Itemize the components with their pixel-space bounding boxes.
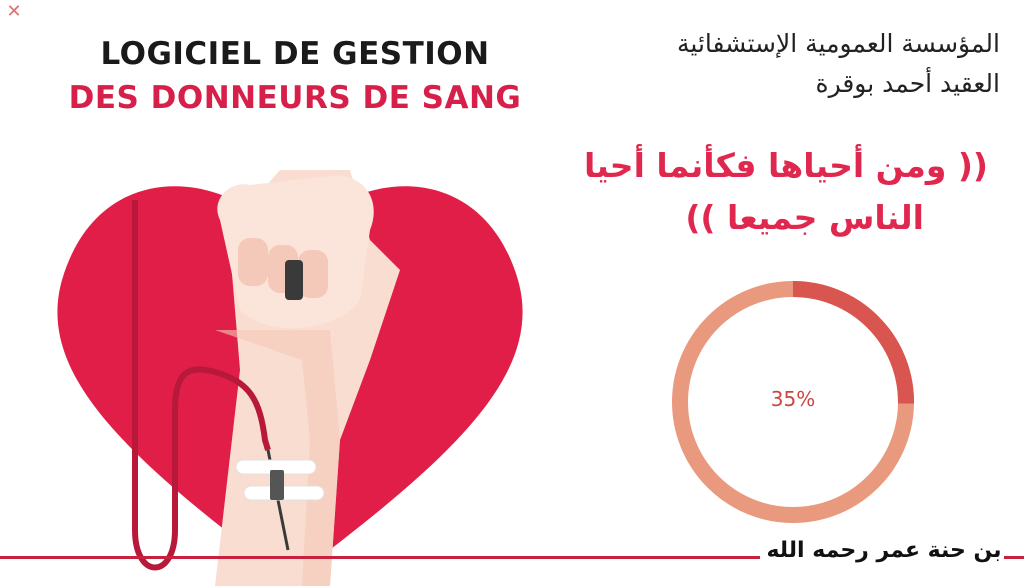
quote-close-mark: )) xyxy=(685,198,716,237)
quote-line-1: ومن أحياها فكأنما أحيا xyxy=(583,146,947,185)
footer-dedication: بن حنة عمر رحمه الله xyxy=(766,538,1002,563)
institution-line-1: المؤسسة العمومية الإستشفائية xyxy=(677,29,1000,58)
footer-divider-right xyxy=(1004,556,1024,559)
quote-open-mark: (( xyxy=(957,146,988,185)
close-icon: ✕ xyxy=(6,1,22,22)
institution-line-2: العقيد أحمد بوقرة xyxy=(815,69,1000,98)
footer-divider xyxy=(0,556,760,559)
heart-arm-blood-donation-icon xyxy=(57,170,523,586)
quran-quote: (( ومن أحياها فكأنما أحيا الناس جميعا )) xyxy=(528,140,988,244)
quote-line-2: الناس جميعا xyxy=(727,198,924,237)
institution-name: المؤسسة العمومية الإستشفائية العقيد أحمد… xyxy=(560,24,1000,104)
progress-percent-label: 35% xyxy=(770,387,816,411)
app-title-line-1: LOGICIEL DE GESTION xyxy=(100,36,490,72)
close-button[interactable]: ✕ xyxy=(4,2,24,22)
